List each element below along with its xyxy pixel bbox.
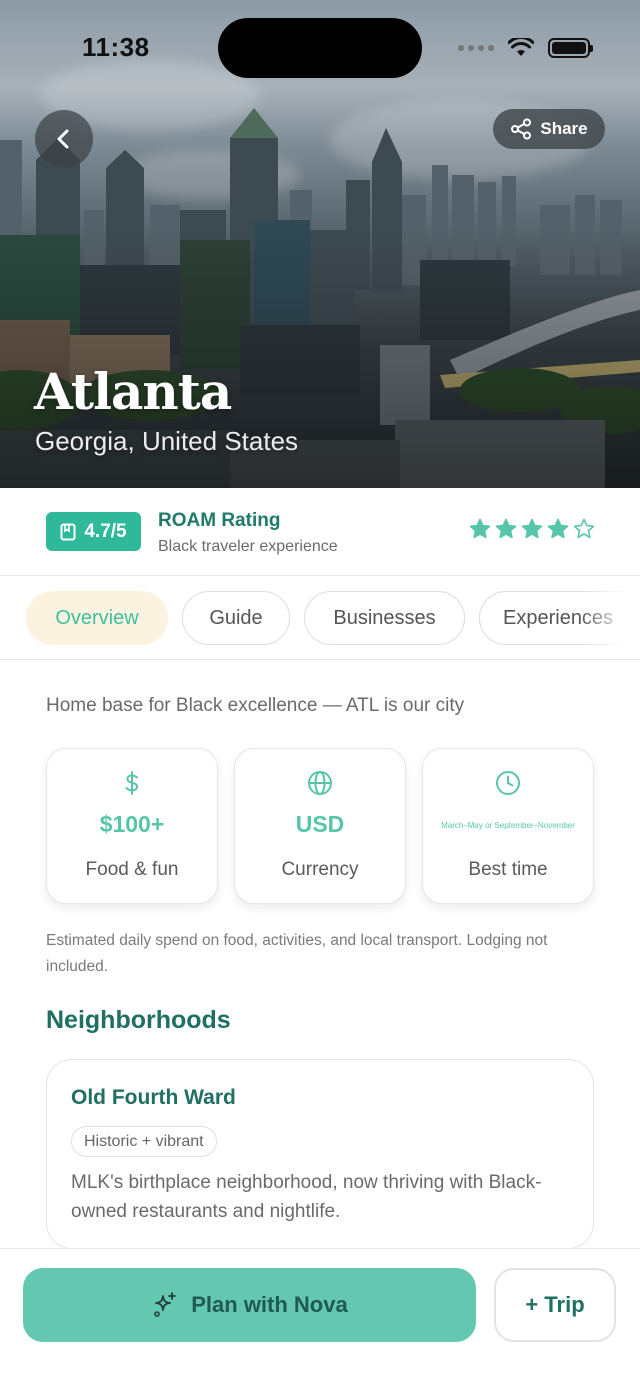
chevron-left-icon [57,129,69,149]
share-button[interactable]: Share [493,109,605,149]
rating-title: ROAM Rating [158,510,281,531]
neighborhood-tag: Historic + vibrant [71,1126,217,1157]
share-label: Share [540,119,588,138]
back-button[interactable] [35,110,93,168]
neighborhood-name: Old Fourth Ward [71,1086,236,1109]
plan-with-nova-label: Plan with Nova [191,1292,348,1317]
star-filled-icon [521,518,543,539]
city-title: Atlanta [34,362,232,421]
star-rating [469,518,595,539]
neighborhoods-heading: Neighborhoods [46,1006,231,1034]
status-icons [458,36,593,60]
battery-icon [548,38,593,58]
budget-note: Estimated daily spend on food, activitie… [46,932,548,975]
tab-fade [580,576,640,659]
neighborhood-card[interactable]: Old Fourth Ward Historic + vibrant MLK's… [46,1059,594,1249]
currency-label: Currency [281,859,359,880]
neighborhood-description: MLK's birthplace neighborhood, now thriv… [71,1172,542,1222]
plan-with-nova-button[interactable]: Plan with Nova [23,1268,476,1342]
tab-guide[interactable]: Guide [182,591,290,645]
star-empty-icon [573,518,595,539]
info-card-best-time: March–May or September–November Best tim… [422,748,594,904]
status-bar: 11:38 [0,0,640,96]
info-card-budget: $100+ Food & fun [46,748,218,904]
star-filled-icon [495,518,517,539]
clock-icon [496,771,520,795]
star-filled-icon [469,518,491,539]
tab-overview[interactable]: Overview [26,591,168,645]
dollar-icon [125,771,139,795]
city-region: Georgia, United States [35,426,299,456]
cellular-signal-icon [458,45,494,51]
tab-businesses[interactable]: Businesses [304,591,465,645]
budget-label: Food & fun [85,859,179,880]
rating-subtitle: Black traveler experience [158,538,338,555]
city-tagline: Home base for Black excellence — ATL is … [46,695,465,716]
hero-image: 11:38 Share Atlanta Georgia, United Stat… [0,0,640,488]
wifi-icon [508,38,534,56]
dynamic-island [218,18,422,78]
currency-value: USD [295,811,345,837]
share-icon [511,118,532,140]
book-icon [60,523,76,540]
tab-bar: Overview Guide Businesses Experiences [0,576,640,660]
info-card-currency: USD Currency [234,748,406,904]
globe-icon [308,771,332,795]
sparkles-icon [154,1292,177,1317]
rating-row: 4.7/5 ROAM Rating Black traveler experie… [0,488,640,576]
bottom-action-bar: Plan with Nova + Trip [0,1248,640,1387]
budget-value: $100+ [99,811,165,837]
add-trip-button[interactable]: + Trip [494,1268,616,1342]
rating-score: 4.7/5 [84,520,127,542]
rating-badge: 4.7/5 [46,512,141,551]
best-time-value: March–May or September–November [441,821,575,830]
star-filled-icon [547,518,569,539]
best-time-label: Best time [468,859,548,880]
status-time: 11:38 [82,32,150,62]
